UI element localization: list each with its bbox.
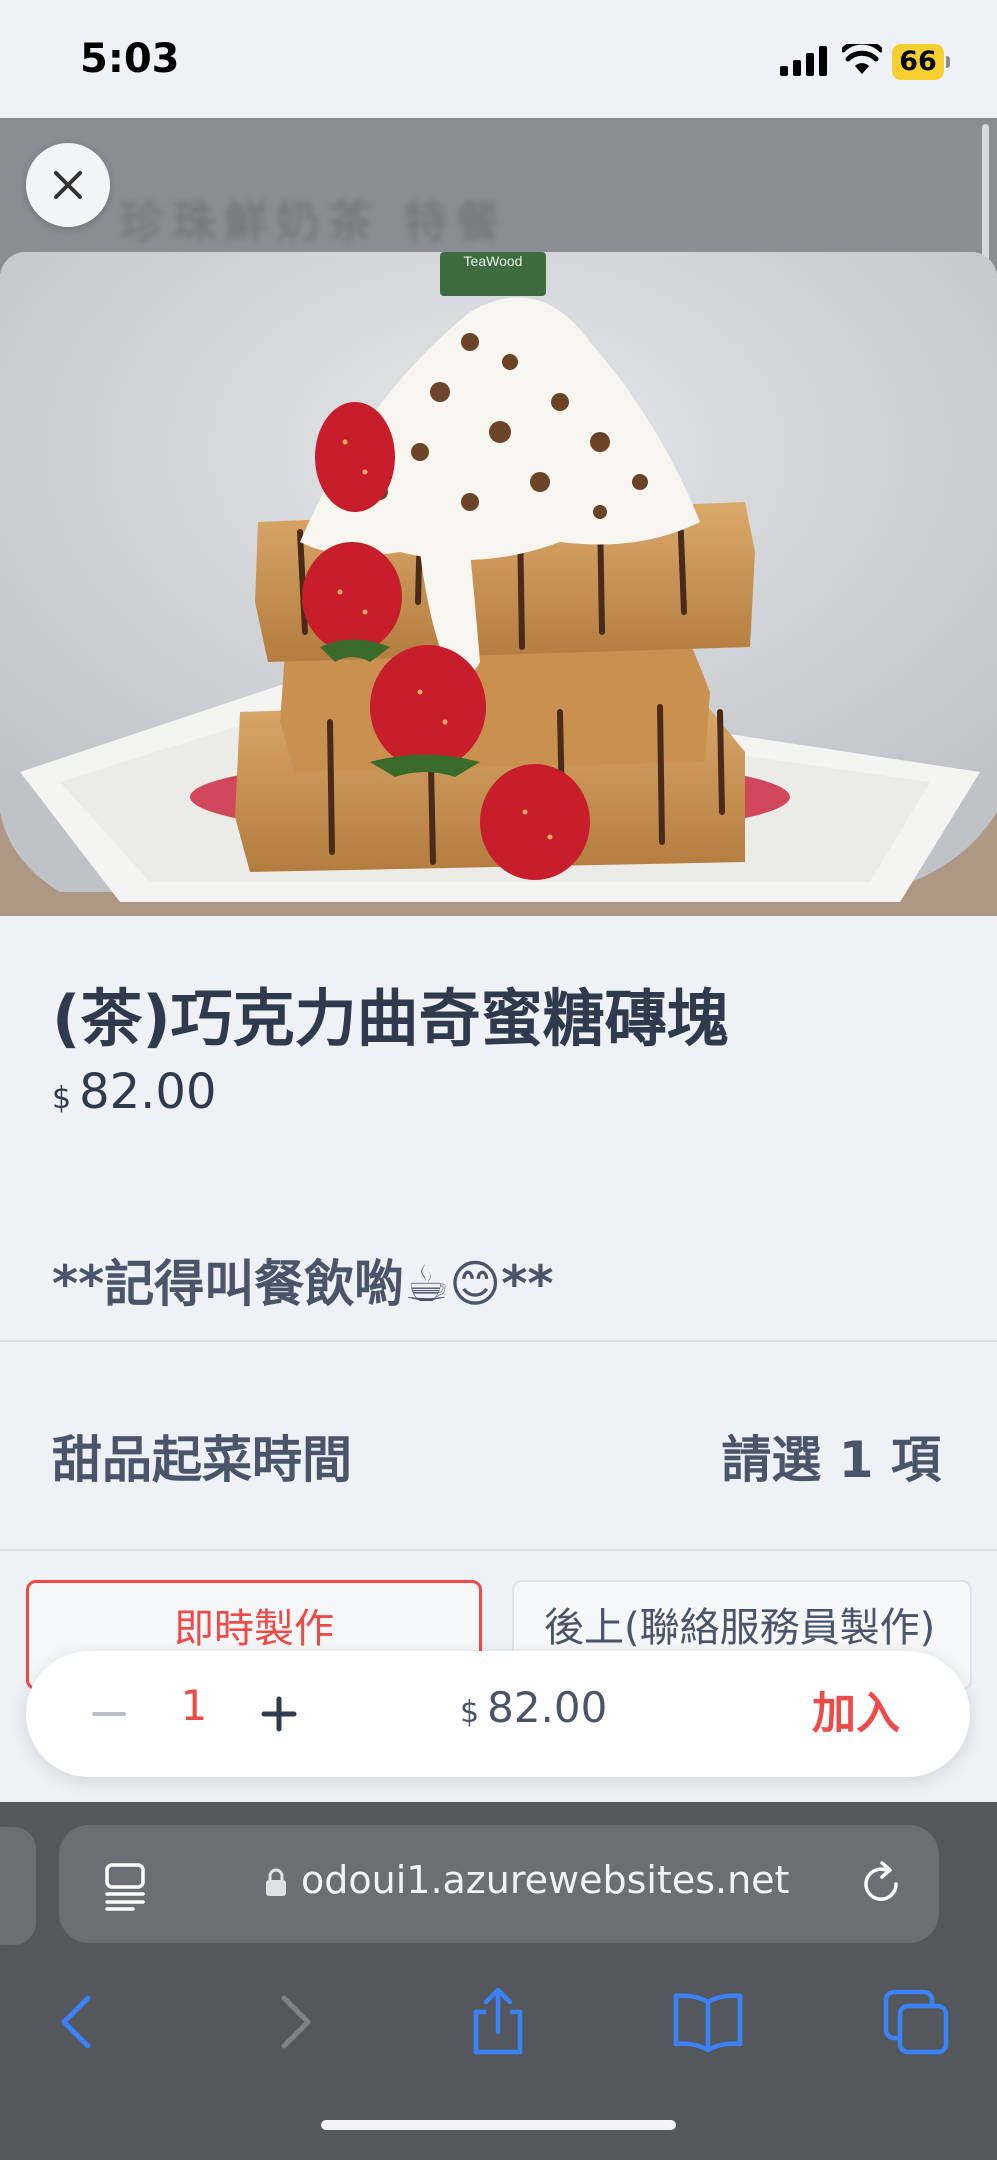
url-value: odoui1.azurewebsites.net bbox=[301, 1858, 790, 1902]
add-to-cart-button[interactable]: 加入 bbox=[786, 1675, 926, 1753]
currency-symbol: $ bbox=[52, 1081, 72, 1116]
product-note: **記得叫餐飲喲☕😊** bbox=[52, 1255, 554, 1313]
battery-icon: 66 bbox=[892, 44, 950, 80]
battery-level: 66 bbox=[899, 46, 937, 77]
total-price: $82.00 bbox=[460, 1683, 607, 1732]
back-icon bbox=[61, 1995, 91, 2049]
divider bbox=[0, 1340, 997, 1342]
home-indicator[interactable] bbox=[321, 2120, 676, 2130]
product-name: (茶)巧克力曲奇蜜糖磚塊 bbox=[52, 982, 729, 1055]
browser-toolbar: odoui1.azurewebsites.net bbox=[0, 1802, 997, 2160]
forward-button[interactable] bbox=[252, 1982, 332, 2062]
currency-symbol: $ bbox=[460, 1695, 480, 1730]
total-value: 82.00 bbox=[487, 1683, 608, 1732]
close-icon bbox=[54, 171, 82, 199]
share-button[interactable] bbox=[458, 1982, 538, 2062]
wifi-icon bbox=[842, 44, 882, 74]
status-time: 5:03 bbox=[80, 36, 180, 82]
divider bbox=[0, 1549, 997, 1551]
minus-icon bbox=[92, 1712, 126, 1716]
url-text: odoui1.azurewebsites.net bbox=[301, 1858, 789, 1902]
topper-label: TeaWood bbox=[464, 253, 523, 269]
status-bar: 5:03 66 bbox=[0, 0, 997, 118]
bookmarks-button[interactable] bbox=[668, 1982, 748, 2062]
close-button[interactable] bbox=[26, 143, 110, 227]
option-group-header: 甜品起菜時間 請選 1 項 bbox=[0, 1420, 997, 1520]
price-value: 82.00 bbox=[79, 1064, 217, 1120]
honey-toast-photo: TeaWood bbox=[0, 252, 997, 916]
forward-icon bbox=[281, 1995, 311, 2049]
option-group-title: 甜品起菜時間 bbox=[52, 1431, 352, 1489]
option-label: 後上(聯絡服務員製作) bbox=[544, 1605, 936, 1651]
product-sheet: TeaWood (茶)巧克力曲奇蜜糖磚塊 $82.00 **記得叫餐飲喲☕😊**… bbox=[0, 252, 997, 1802]
decrease-quantity-button[interactable] bbox=[74, 1679, 144, 1749]
option-group-hint: 請選 1 項 bbox=[721, 1431, 941, 1489]
tabs-button[interactable] bbox=[876, 1982, 956, 2062]
previous-tab-peek[interactable] bbox=[0, 1827, 36, 1945]
share-icon bbox=[473, 1987, 523, 2055]
plus-icon bbox=[261, 1696, 297, 1732]
lock-icon bbox=[266, 1868, 286, 1896]
back-button[interactable] bbox=[40, 1982, 120, 2062]
address-bar[interactable]: odoui1.azurewebsites.net bbox=[59, 1825, 939, 1943]
reader-mode-icon[interactable] bbox=[103, 1861, 149, 1911]
backdrop-blurred-title: 珍珠鮮奶茶 特餐 bbox=[120, 197, 508, 248]
tabs-icon bbox=[883, 1989, 949, 2055]
browser-nav-bar bbox=[0, 1972, 997, 2082]
reload-icon[interactable] bbox=[856, 1859, 906, 1909]
product-image: TeaWood bbox=[0, 252, 997, 916]
quantity-value: 1 bbox=[180, 1681, 208, 1730]
signal-icon bbox=[780, 46, 827, 76]
bookmarks-icon bbox=[673, 1993, 743, 2053]
increase-quantity-button[interactable] bbox=[244, 1679, 314, 1749]
product-price: $82.00 bbox=[52, 1064, 217, 1120]
add-to-cart-bar: 1 $82.00 加入 bbox=[26, 1651, 970, 1777]
option-label: 即時製作 bbox=[174, 1606, 334, 1652]
